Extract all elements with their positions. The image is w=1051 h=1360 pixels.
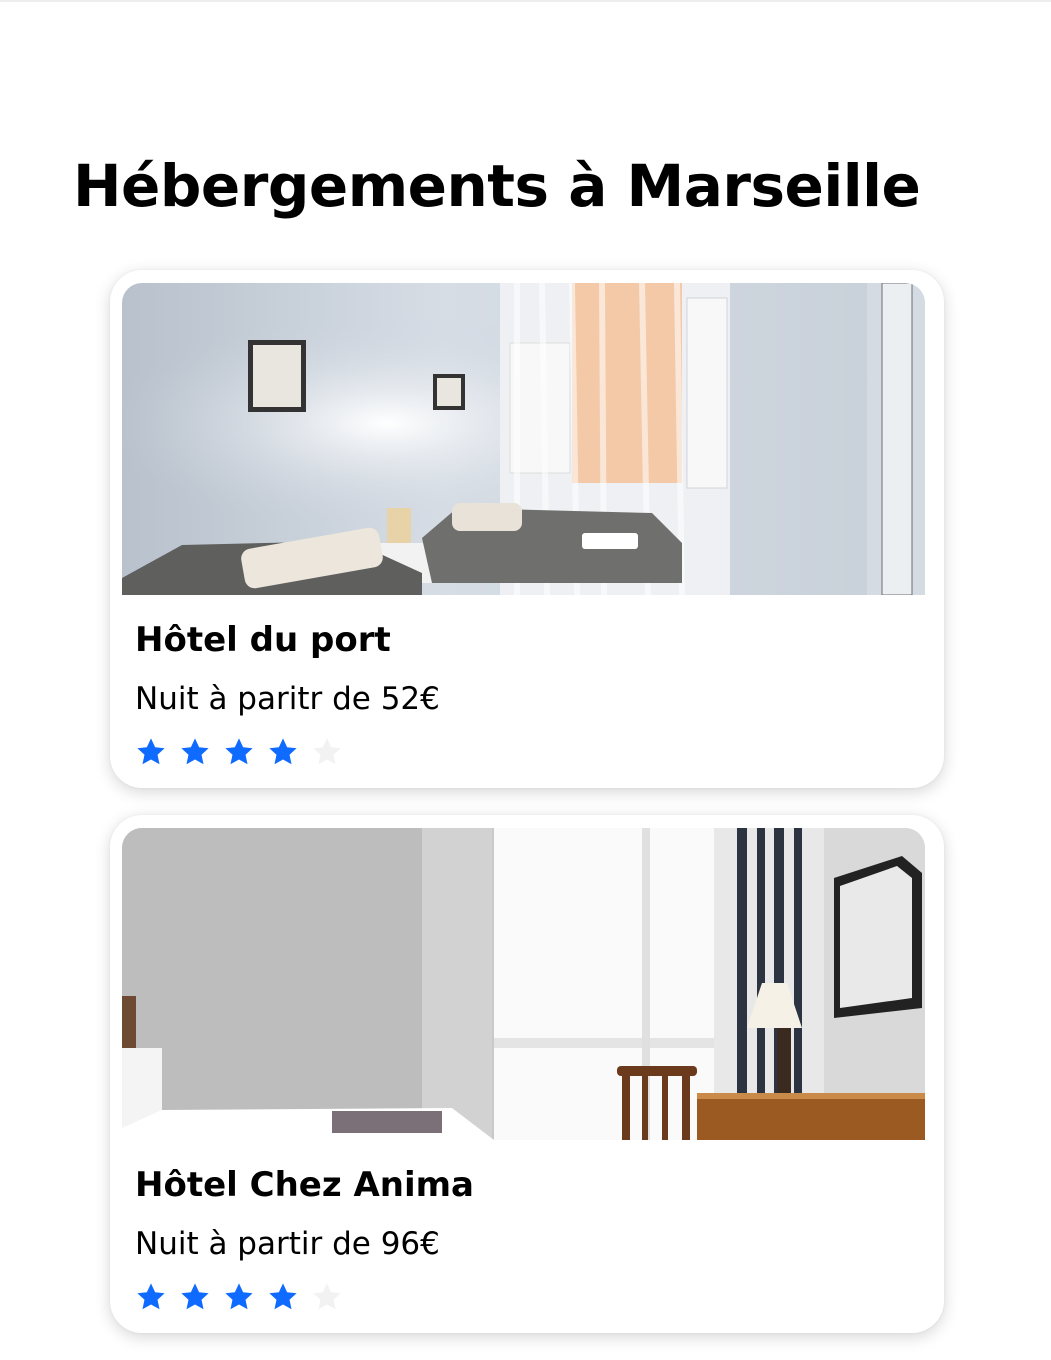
star-filled-icon (269, 738, 297, 765)
listing-title[interactable]: Hôtel du port (135, 618, 391, 662)
star-filled-icon (181, 738, 209, 765)
star-filled-icon (137, 738, 165, 765)
listing-list: Hôtel du port Nuit à paritr de 52€ Hôtel… (110, 270, 944, 1360)
star-filled-icon (181, 1283, 209, 1310)
star-filled-icon (225, 1283, 253, 1310)
star-filled-icon (269, 1283, 297, 1310)
page-title: Hébergements à Marseille (73, 152, 921, 220)
star-filled-icon (225, 738, 253, 765)
listing-title[interactable]: Hôtel Chez Anima (135, 1163, 474, 1207)
listing-price: Nuit à paritr de 52€ (135, 681, 440, 717)
listing-photo[interactable] (122, 283, 925, 595)
star-rating (135, 736, 343, 772)
listing-price: Nuit à partir de 96€ (135, 1226, 440, 1262)
listing-card-hotel-chez-anima[interactable]: Hôtel Chez Anima Nuit à partir de 96€ (110, 815, 944, 1333)
listing-photo[interactable] (122, 828, 925, 1140)
star-filled-icon (137, 1283, 165, 1310)
star-empty-icon (313, 738, 341, 765)
top-divider (0, 0, 1051, 2)
star-empty-icon (313, 1283, 341, 1310)
star-rating (135, 1281, 343, 1317)
listing-card-hotel-du-port[interactable]: Hôtel du port Nuit à paritr de 52€ (110, 270, 944, 788)
